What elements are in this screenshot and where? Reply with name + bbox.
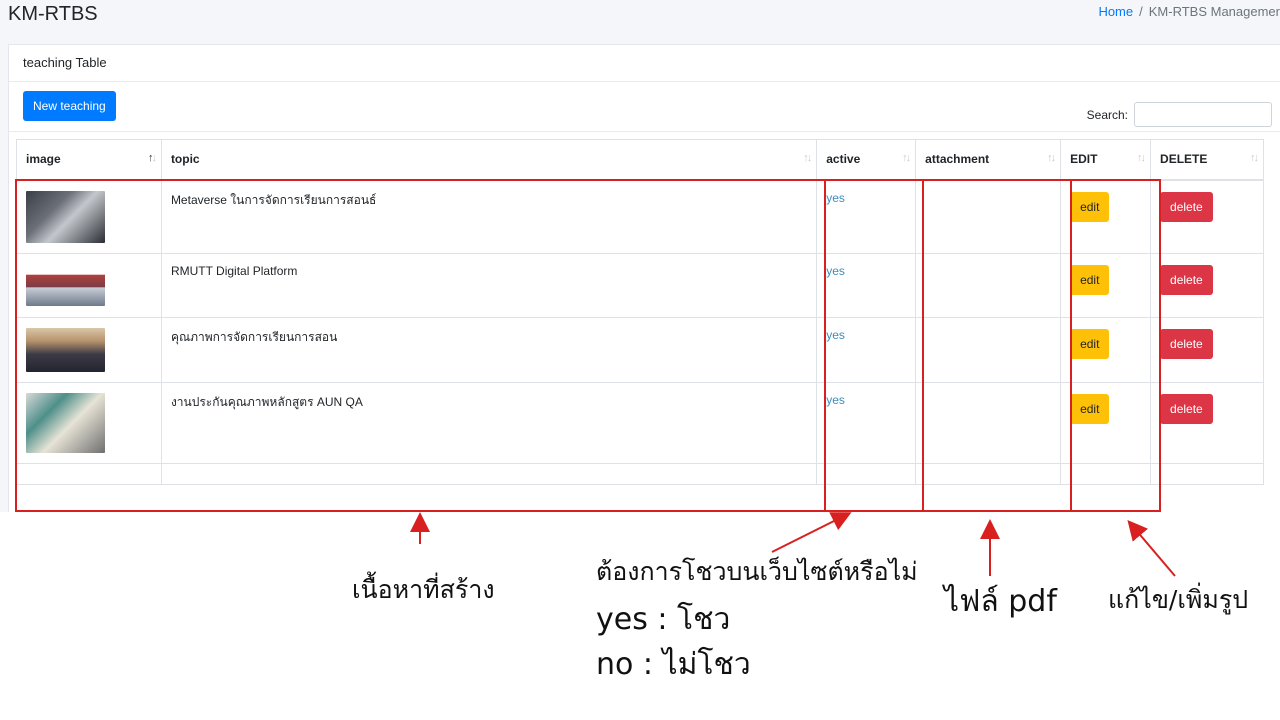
highlight-box-content <box>15 179 826 512</box>
annotation-yes: yes : โชว <box>596 602 731 637</box>
delete-button[interactable]: delete <box>1160 191 1213 222</box>
column-header-attachment[interactable]: attachment ↑↓ <box>915 139 1062 181</box>
annotation-pdf: ไฟล์ pdf <box>944 584 1057 619</box>
sort-icon: ↑↓ <box>1047 152 1056 164</box>
column-header-label: active <box>826 152 861 166</box>
card-title: teaching Table <box>9 45 1280 82</box>
delete-cell: delete <box>1150 252 1264 318</box>
column-header-delete[interactable]: DELETE ↑↓ <box>1150 139 1264 181</box>
arrow-edit <box>1127 519 1176 577</box>
app-title: KM-RTBS <box>8 3 98 25</box>
column-header-label: DELETE <box>1160 152 1208 166</box>
annotation-show-question: ต้องการโชวบนเว็บไซต์หรือไม่ <box>596 557 918 586</box>
delete-button[interactable]: delete <box>1160 328 1213 359</box>
sort-icon: ↑↓ <box>1250 152 1259 164</box>
arrow-active <box>771 512 852 553</box>
annotation-edit-image: แก้ไข/เพิ่มรูป <box>1108 585 1249 614</box>
sort-icon: ↑↓ <box>803 152 812 164</box>
sort-icon: ↑↓ <box>1137 152 1146 164</box>
breadcrumb-current: KM-RTBS Managemer <box>1148 4 1280 19</box>
column-header-topic[interactable]: topic ↑↓ <box>160 139 818 181</box>
column-header-active[interactable]: active ↑↓ <box>816 139 917 181</box>
column-header-label: attachment <box>925 152 990 166</box>
empty-cell <box>1150 462 1264 485</box>
delete-cell: delete <box>1150 316 1264 383</box>
column-header-label: EDIT <box>1070 152 1098 166</box>
annotation-no: no : ไม่โชว <box>596 647 751 682</box>
search-box: Search: <box>1087 102 1272 127</box>
column-header-label: topic <box>170 152 200 166</box>
column-header-label: image <box>26 152 61 166</box>
breadcrumb-separator: / <box>1139 4 1143 19</box>
breadcrumb: Home / KM-RTBS Managemer <box>1098 4 1280 19</box>
breadcrumb-home-link[interactable]: Home <box>1098 4 1133 19</box>
annotation-content: เนื้อหาที่สร้าง <box>352 575 495 604</box>
new-teaching-button[interactable]: New teaching <box>23 91 116 121</box>
sort-icon: ↑↓ <box>902 152 911 164</box>
delete-button[interactable]: delete <box>1160 264 1213 295</box>
highlight-box-edit <box>1070 179 1161 512</box>
search-label: Search: <box>1086 107 1128 122</box>
annotated-screenshot: KM-RTBS Home / KM-RTBS Managemer teaching … <box>0 0 1280 720</box>
delete-cell: delete <box>1150 381 1264 464</box>
column-header-edit[interactable]: EDIT ↑↓ <box>1060 139 1152 181</box>
sort-icon: ↑↓ <box>147 152 157 164</box>
search-input[interactable] <box>1134 102 1272 127</box>
delete-button[interactable]: delete <box>1160 393 1213 424</box>
delete-cell: delete <box>1150 179 1264 254</box>
table-header-row: image ↑↓ topic ↑↓ active ↑↓ attachment ↑↓ ED… <box>16 139 1264 181</box>
highlight-box-attachment <box>922 179 1072 512</box>
highlight-box-active <box>824 179 924 512</box>
column-header-image[interactable]: image ↑↓ <box>16 139 162 181</box>
